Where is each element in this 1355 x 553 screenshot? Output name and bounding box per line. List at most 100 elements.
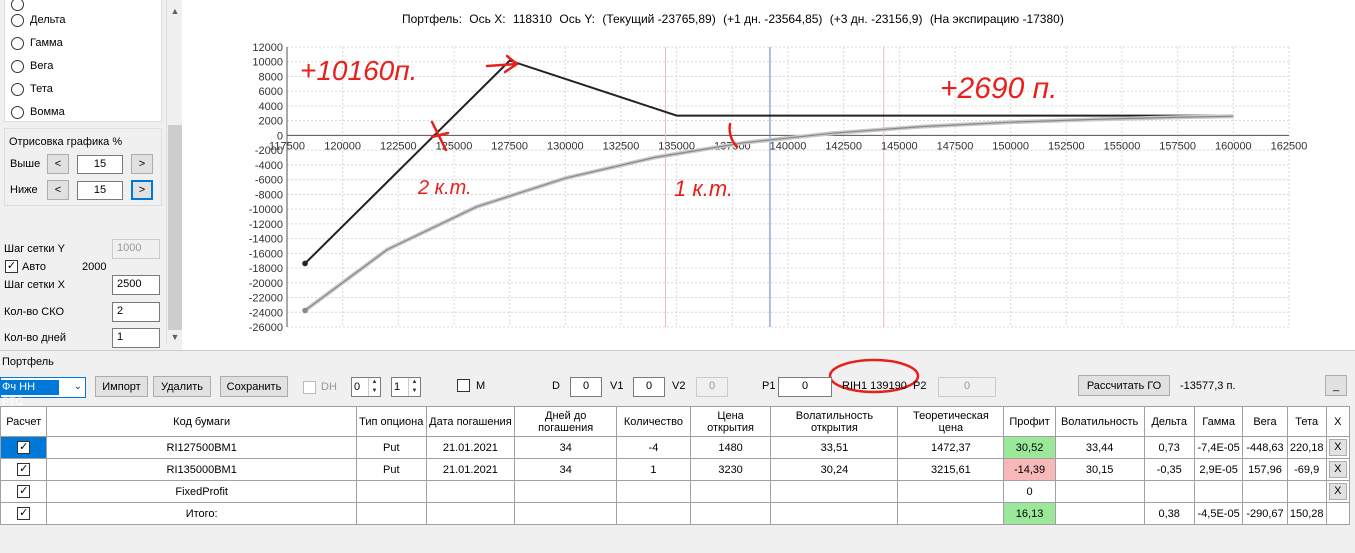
column-header[interactable]: Теоретическая цена	[897, 406, 1005, 437]
below-label: Ниже	[10, 184, 38, 196]
days-field[interactable]: 1	[112, 328, 160, 348]
grid-x-field[interactable]: 2500	[112, 275, 160, 295]
column-header[interactable]: Дней до погашения	[514, 406, 618, 437]
below-decrease-button[interactable]: <	[47, 180, 69, 200]
table-cell[interactable]: X	[1325, 480, 1351, 503]
m-label: M	[476, 380, 486, 392]
table-cell[interactable]: ✓	[0, 480, 48, 503]
chevron-down-icon[interactable]: ⌄	[74, 381, 82, 392]
radio-circle-icon	[11, 0, 24, 11]
column-header[interactable]: Профит	[1003, 406, 1056, 437]
table-cell	[616, 502, 691, 525]
calc-checkbox[interactable]: ✓	[17, 507, 31, 520]
spin1[interactable]: 0 ▲ ▼	[351, 377, 381, 397]
table-cell: RI135000BM1	[46, 458, 357, 481]
table-cell: FixedProfit	[46, 480, 357, 503]
table-cell: 30,52	[1003, 436, 1056, 459]
auto-checkbox[interactable]: ✓	[5, 260, 18, 273]
calc-checkbox[interactable]: ✓	[17, 441, 31, 454]
spin-arrows-icon[interactable]: ▲ ▼	[368, 378, 380, 396]
column-header[interactable]: X	[1325, 406, 1351, 437]
remove-row-button[interactable]: X	[1328, 461, 1347, 478]
table-cell	[1143, 480, 1195, 503]
import-button[interactable]: Импорт	[95, 376, 148, 397]
column-header[interactable]: Волатильность открытия	[770, 406, 899, 437]
table-cell: Put	[355, 458, 427, 481]
table-cell	[355, 502, 427, 525]
column-header[interactable]: Тип опциона	[355, 406, 427, 437]
radio-vomma[interactable]: Вомма	[11, 104, 65, 120]
table-row[interactable]: ✓ Итого: 16,13 0,38 -4,5E-05 -290,67 150,28	[0, 502, 1351, 525]
table-cell: 1	[616, 458, 691, 481]
sko-field[interactable]: 2	[112, 302, 160, 322]
radio-delta[interactable]: Дельта	[11, 12, 66, 28]
radio-gamma[interactable]: Гамма	[11, 35, 63, 51]
table-cell	[514, 502, 618, 525]
settings-scrollbar[interactable]: ▲ ▼	[166, 0, 182, 345]
delete-button[interactable]: Удалить	[153, 376, 211, 397]
table-cell: 0,73	[1143, 436, 1195, 459]
scroll-up-icon[interactable]: ▲	[167, 3, 183, 19]
column-header[interactable]: Гамма	[1193, 406, 1244, 437]
spin-arrows-icon[interactable]: ▲ ▼	[408, 378, 420, 396]
grid-y-field[interactable]: 1000	[112, 239, 160, 259]
table-cell[interactable]	[1325, 502, 1351, 525]
below-value-field[interactable]: 15	[77, 181, 123, 200]
d-field[interactable]: 0	[570, 377, 602, 397]
radio-top-partial[interactable]	[11, 0, 24, 12]
column-header[interactable]: Дельта	[1143, 406, 1195, 437]
table-row[interactable]: ✓ RI135000BM1 Put 21.01.2021 34 1 3230 30,24 321…	[0, 458, 1351, 481]
p2-label: P2	[913, 380, 927, 392]
chart-canvas: 117500 120000 122500 125000 127500 130000 1325…	[249, 42, 1308, 334]
grid-y-label: Шаг сетки Y	[4, 243, 65, 255]
table-cell: 157,96	[1242, 458, 1288, 481]
table-row[interactable]: ✓ RI127500BM1 Put 21.01.2021 34 -4 1480 33,51 14…	[0, 436, 1351, 459]
table-cell	[1054, 502, 1145, 525]
v1-field[interactable]: 0	[633, 377, 665, 397]
spin2[interactable]: 1 ▲ ▼	[391, 377, 421, 397]
calc-checkbox[interactable]: ✓	[17, 463, 31, 476]
portfolio-select[interactable]: Фч НН РТС ⌄	[0, 377, 86, 408]
table-header: Расчет Код бумаги Тип опциона Дата погашени…	[0, 406, 1351, 437]
column-header[interactable]: Расчет	[0, 406, 48, 437]
table-cell[interactable]: ✓	[0, 436, 48, 459]
calc-checkbox[interactable]: ✓	[17, 485, 31, 498]
remove-row-button[interactable]: X	[1328, 439, 1347, 456]
calc-go-button[interactable]: Рассчитать ГО	[1078, 375, 1170, 396]
app-window: Дельта Гамма Вега Тета Вомма Отрисовка г…	[0, 0, 1355, 553]
table-row[interactable]: ✓ FixedProfit 0 X	[0, 480, 1351, 503]
column-header[interactable]: Вега	[1242, 406, 1288, 437]
radio-label: Дельта	[30, 14, 66, 26]
table-cell[interactable]: ✓	[0, 458, 48, 481]
scroll-thumb[interactable]	[168, 125, 182, 330]
column-header[interactable]: Количество	[616, 406, 691, 437]
minimize-button[interactable]: _	[1325, 375, 1347, 396]
p1-field[interactable]: 0	[778, 377, 832, 397]
dh-checkbox[interactable]	[303, 381, 316, 394]
above-decrease-button[interactable]: <	[47, 154, 69, 174]
remove-row-button[interactable]: X	[1328, 483, 1347, 500]
column-header[interactable]: Дата погашения	[425, 406, 516, 437]
table-cell[interactable]: X	[1325, 436, 1351, 459]
column-header[interactable]: Тета	[1286, 406, 1327, 437]
p2-field[interactable]: 0	[938, 377, 996, 397]
scroll-down-icon[interactable]: ▼	[167, 329, 183, 345]
v2-field[interactable]: 0	[696, 377, 728, 397]
go-value: -13577,3 п.	[1180, 380, 1236, 392]
column-header[interactable]: Код бумаги	[46, 406, 357, 437]
save-button[interactable]: Сохранить	[220, 376, 288, 397]
above-value-field[interactable]: 15	[77, 155, 123, 174]
above-increase-button[interactable]: >	[131, 154, 153, 174]
y-tick-label: -24000	[249, 307, 283, 319]
radio-theta[interactable]: Тета	[11, 81, 53, 97]
below-increase-button[interactable]: >	[131, 180, 153, 200]
m-checkbox[interactable]	[457, 379, 470, 392]
table-cell: -7,4E-05	[1193, 436, 1244, 459]
column-header[interactable]: Волатильность	[1054, 406, 1145, 437]
table-cell[interactable]: X	[1325, 458, 1351, 481]
table-cell	[897, 502, 1005, 525]
table-cell[interactable]: ✓	[0, 502, 48, 525]
column-header[interactable]: Цена открытия	[689, 406, 772, 437]
x-tick-label: 155000	[1104, 140, 1141, 152]
radio-vega[interactable]: Вега	[11, 58, 53, 74]
